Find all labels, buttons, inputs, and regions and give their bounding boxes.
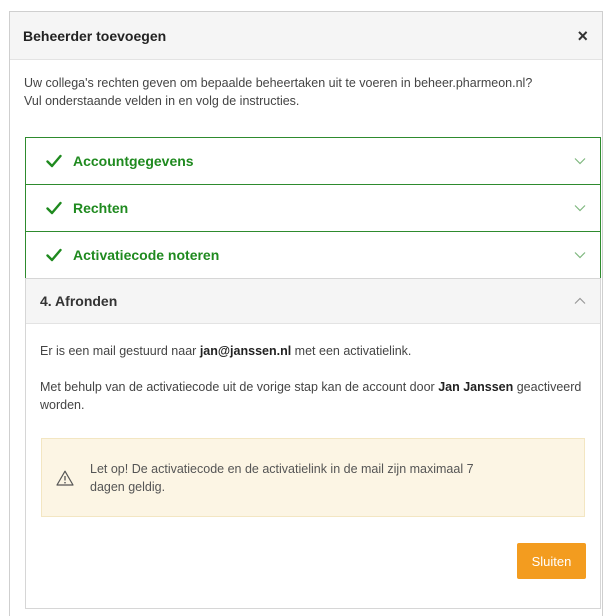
intro-text: Uw collega's rechten geven om bepaalde b… (10, 60, 602, 110)
mail-sent-prefix: Er is een mail gestuurd naar (40, 344, 200, 358)
activation-prefix: Met behulp van de activatiecode uit de v… (40, 380, 439, 394)
step-afronden: 4. Afronden Er is een mail gestuurd naar… (25, 278, 601, 609)
warning-line-2: dagen geldig. (90, 479, 166, 494)
mail-address: jan@janssen.nl (199, 344, 292, 358)
activation-text: Met behulp van de activatiecode uit de v… (40, 378, 586, 414)
chevron-down-icon (574, 205, 586, 212)
warning-box: Let op! De activatiecode en de activatie… (41, 438, 585, 517)
mail-sent-suffix: met een activatielink. (291, 344, 412, 358)
step-activatiecode-noteren[interactable]: Activatiecode noteren (25, 231, 601, 279)
modal-header: Beheerder toevoegen × (10, 12, 602, 60)
wizard-accordion: Accountgegevens Rechten Activatiecode no… (25, 137, 601, 609)
step-label: Rechten (73, 200, 129, 216)
intro-line-2: Vul onderstaande velden in en volg de in… (24, 94, 300, 108)
step-rechten[interactable]: Rechten (25, 184, 601, 232)
close-icon[interactable]: × (573, 25, 592, 47)
check-icon (46, 154, 62, 168)
warning-line-1: Let op! De activatiecode en de activatie… (90, 461, 474, 476)
step-label: Accountgegevens (73, 153, 194, 169)
warning-icon (56, 470, 74, 486)
warning-text: Let op! De activatiecode en de activatie… (90, 460, 474, 496)
check-icon (46, 201, 62, 215)
modal-title: Beheerder toevoegen (23, 27, 167, 44)
mail-sent-text: Er is een mail gestuurd naar jan@janssen… (40, 342, 586, 360)
step-label: 4. Afronden (40, 293, 118, 309)
step-label: Activatiecode noteren (73, 247, 220, 263)
intro-line-1: Uw collega's rechten geven om bepaalde b… (24, 76, 533, 90)
user-name: Jan Janssen (438, 380, 514, 394)
chevron-up-icon (574, 297, 586, 304)
check-icon (46, 248, 62, 262)
step-afronden-header[interactable]: 4. Afronden (26, 279, 600, 324)
chevron-down-icon (574, 158, 586, 165)
close-button[interactable]: Sluiten (517, 543, 586, 579)
step-afronden-body: Er is een mail gestuurd naar jan@janssen… (26, 324, 600, 608)
chevron-down-icon (574, 252, 586, 259)
step-accountgegevens[interactable]: Accountgegevens (25, 137, 601, 185)
add-admin-modal: Beheerder toevoegen × Uw collega's recht… (9, 11, 603, 616)
